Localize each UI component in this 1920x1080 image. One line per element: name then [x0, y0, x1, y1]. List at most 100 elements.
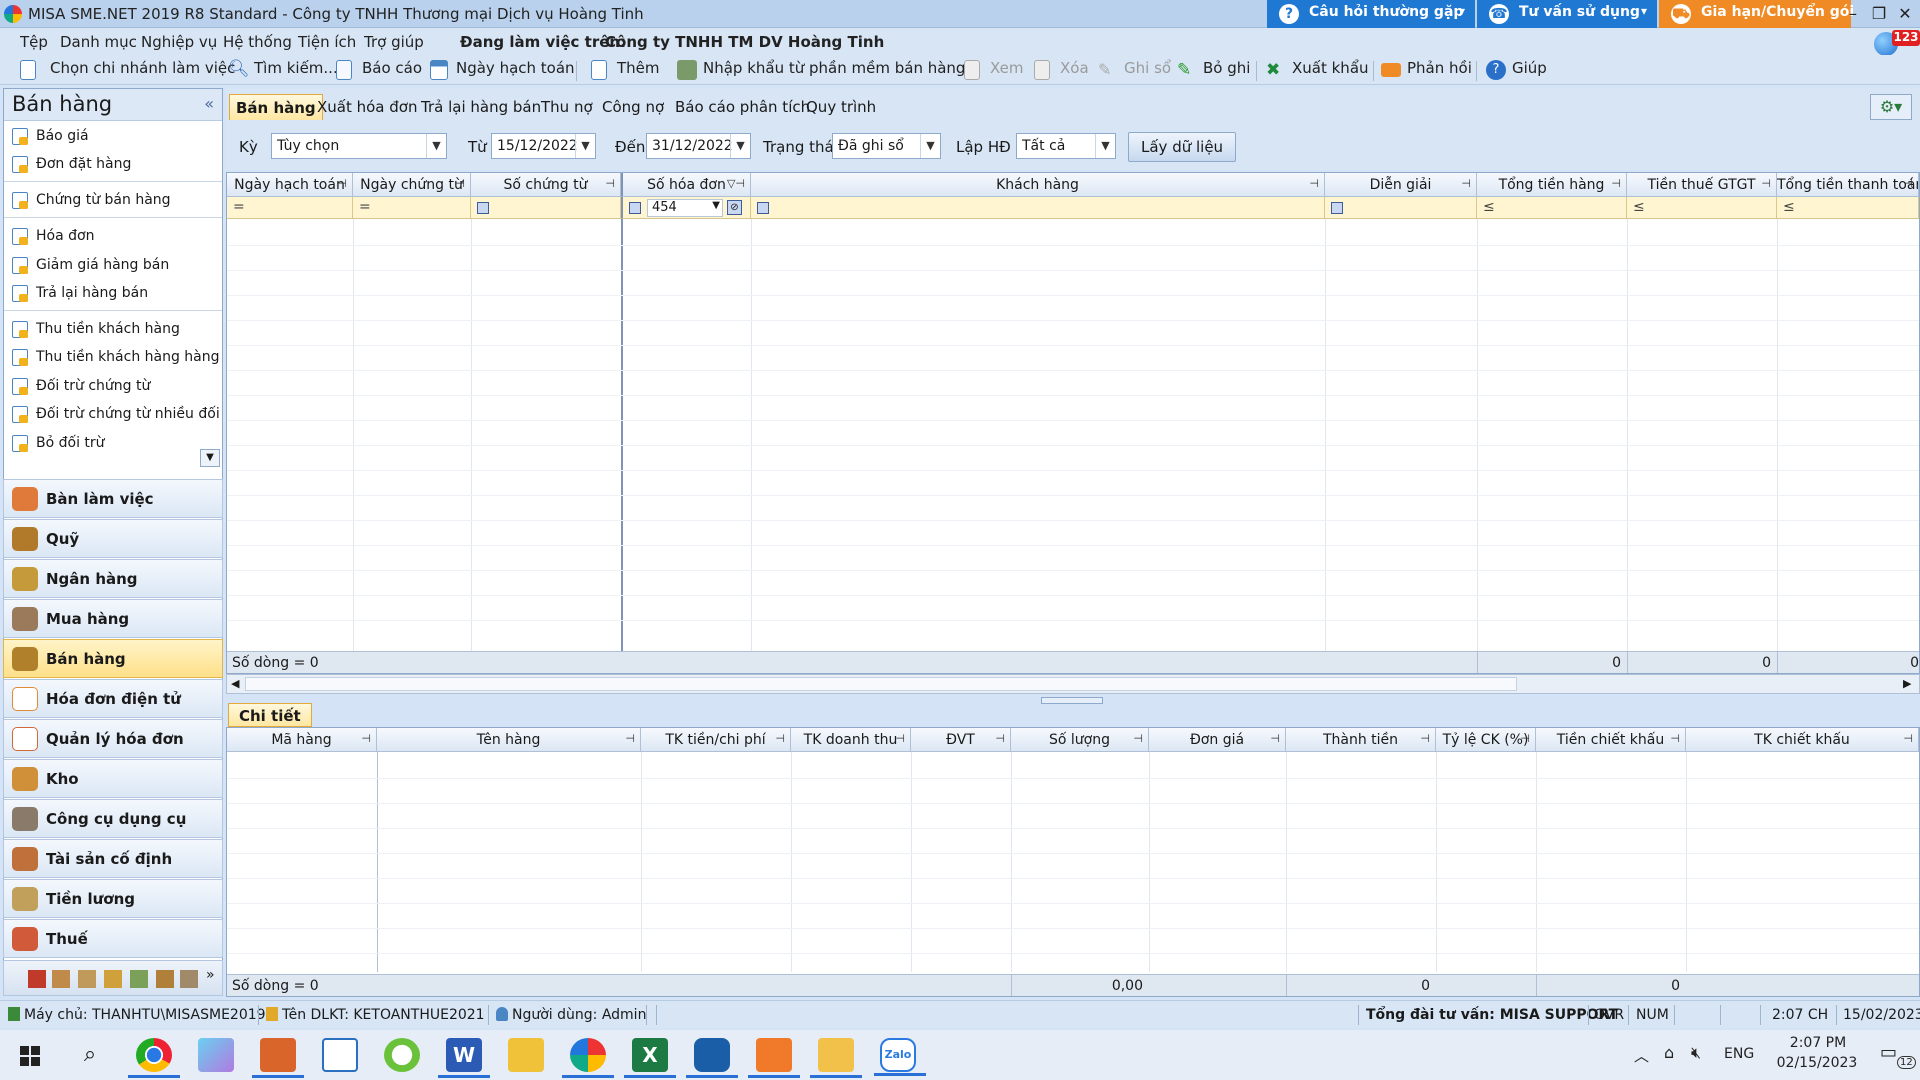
- pin-icon[interactable]: ⊣: [895, 732, 905, 745]
- module-invoice-management[interactable]: Quản lý hóa đơn: [3, 719, 223, 758]
- sidebar-item-unoffset[interactable]: Bỏ đối trừ: [4, 430, 222, 456]
- module-sales[interactable]: Bán hàng: [3, 639, 223, 678]
- pdf-icon[interactable]: [748, 1038, 800, 1078]
- horizontal-scrollbar[interactable]: ◀ ▶: [226, 674, 1920, 694]
- module-e-invoice[interactable]: Hóa đơn điện tử: [3, 679, 223, 718]
- filter-description[interactable]: [1325, 197, 1477, 219]
- tab-collect-debt[interactable]: Thu nợ: [535, 94, 599, 120]
- filter-invoice-no[interactable]: 454 ▼ ⊘: [621, 197, 751, 219]
- detail-tab[interactable]: Chi tiết: [228, 703, 312, 727]
- tray-chevron-up-icon[interactable]: ︿: [1634, 1045, 1649, 1066]
- pin-icon[interactable]: ⊣: [625, 732, 635, 745]
- sidebar-item-invoice[interactable]: Hóa đơn: [4, 223, 222, 249]
- pin-icon[interactable]: ⊣: [1903, 177, 1913, 190]
- pin-icon[interactable]: ⊣: [1270, 732, 1280, 745]
- module-payroll[interactable]: Tiền lương: [3, 879, 223, 918]
- language-indicator[interactable]: ENG: [1724, 1046, 1754, 1062]
- filter-mode-icon[interactable]: [1331, 202, 1343, 214]
- teamviewer-icon[interactable]: [686, 1038, 738, 1078]
- sidebar-item-collect[interactable]: Thu tiền khách hàng: [4, 316, 222, 342]
- tab-sales-return[interactable]: Trả lại hàng bán: [415, 94, 547, 120]
- pin-icon[interactable]: ⊣: [337, 177, 347, 190]
- collapse-icon[interactable]: «: [204, 94, 214, 113]
- posting-date-button[interactable]: Ngày hạch toán: [430, 59, 575, 81]
- col-goods-total[interactable]: Tổng tiền hàng ⊣: [1477, 173, 1627, 197]
- module-cash[interactable]: Quỹ: [3, 519, 223, 558]
- col-payment-total[interactable]: Tổng tiền thanh toán ⊣: [1777, 173, 1919, 197]
- sidebar-item-quote[interactable]: Báo giá: [4, 123, 222, 149]
- network-icon[interactable]: ⌂: [1664, 1043, 1674, 1062]
- menu-catalog[interactable]: Danh mục: [60, 33, 137, 51]
- filter-mode-icon[interactable]: [477, 202, 489, 214]
- unpost-button[interactable]: ✎ Bỏ ghi: [1177, 59, 1250, 81]
- app-icon[interactable]: [198, 1038, 234, 1072]
- restore-button[interactable]: ❐: [1868, 3, 1890, 25]
- col-vat[interactable]: Tiền thuế GTGT ⊣: [1627, 173, 1777, 197]
- excel-icon[interactable]: X: [624, 1038, 676, 1078]
- status-select[interactable]: Đã ghi sổ ▼: [832, 133, 941, 159]
- delete-button[interactable]: Xóa: [1034, 59, 1089, 81]
- pin-icon[interactable]: ⊣: [1133, 732, 1143, 745]
- chrome-icon[interactable]: [128, 1038, 180, 1078]
- module-tax[interactable]: Thuế: [3, 919, 223, 958]
- import-button[interactable]: Nhập khẩu từ phần mềm bán hàng: [677, 59, 965, 81]
- calculator-icon[interactable]: [322, 1038, 358, 1072]
- filter-mode-icon[interactable]: [757, 202, 769, 214]
- filter-pin-icon[interactable]: ▽⊣: [727, 177, 745, 190]
- module-fixed-assets[interactable]: Tài sản cố định: [3, 839, 223, 878]
- word-icon[interactable]: W: [438, 1038, 490, 1078]
- notes-icon[interactable]: [508, 1038, 544, 1072]
- pin-icon[interactable]: ⊣: [605, 177, 615, 190]
- sidebar-item-collect-batch[interactable]: Thu tiền khách hàng hàng l...: [4, 344, 222, 370]
- col-posting-date[interactable]: Ngày hạch toán ⊣: [227, 173, 353, 197]
- sidebar-item-order[interactable]: Đơn đặt hàng: [4, 151, 222, 177]
- col-voucher-date[interactable]: Ngày chứng từ ⊣: [353, 173, 471, 197]
- file-explorer-icon[interactable]: [810, 1038, 862, 1078]
- pin-icon[interactable]: ⊣: [1520, 732, 1530, 745]
- notification-center-icon[interactable]: ▭: [1880, 1042, 1897, 1063]
- app-icon[interactable]: [384, 1038, 420, 1072]
- sidebar-item-offset[interactable]: Đối trừ chứng từ: [4, 373, 222, 399]
- scroll-thumb[interactable]: [245, 677, 1517, 691]
- module-bank[interactable]: Ngân hàng: [3, 559, 223, 598]
- col-item-code[interactable]: Mã hàng ⊣: [227, 728, 377, 752]
- filter-mode-icon[interactable]: [629, 202, 641, 214]
- invoice-select[interactable]: Tất cả ▼: [1016, 133, 1116, 159]
- report-button[interactable]: Báo cáo: [336, 59, 422, 81]
- filter-voucher-date[interactable]: =: [353, 197, 471, 219]
- notification-badge[interactable]: 123: [1892, 30, 1920, 46]
- col-voucher-no[interactable]: Số chứng từ ⊣: [471, 173, 621, 197]
- col-invoice-no[interactable]: Số hóa đơn ▽⊣: [621, 173, 751, 197]
- shortcut-icon[interactable]: [52, 970, 70, 988]
- shortcut-icon[interactable]: [180, 970, 198, 988]
- col-amount[interactable]: Thành tiền ⊣: [1286, 728, 1436, 752]
- col-description[interactable]: Diễn giải ⊣: [1325, 173, 1477, 197]
- tab-issue-invoice[interactable]: Xuất hóa đơn: [311, 94, 423, 120]
- search-icon[interactable]: ⌕: [72, 1038, 108, 1072]
- period-select[interactable]: Tùy chọn ▼: [271, 133, 447, 159]
- module-tools[interactable]: Công cụ dụng cụ: [3, 799, 223, 838]
- shortcut-icon[interactable]: [28, 970, 46, 988]
- filter-posting-date[interactable]: =: [227, 197, 353, 219]
- sidebar-scroll-down-icon[interactable]: ▼: [200, 449, 220, 467]
- search-button[interactable]: 🔍︎ Tìm kiếm...: [228, 59, 338, 81]
- pin-icon[interactable]: ⊣: [775, 732, 785, 745]
- pin-icon[interactable]: ⊣: [1903, 732, 1913, 745]
- shortcut-icon[interactable]: [104, 970, 122, 988]
- feedback-button[interactable]: Phản hồi: [1381, 59, 1472, 81]
- col-unit-price[interactable]: Đơn giá ⊣: [1149, 728, 1286, 752]
- tab-analysis-report[interactable]: Báo cáo phân tích: [669, 94, 816, 120]
- pin-icon[interactable]: ⊣: [1670, 732, 1680, 745]
- menu-utilities[interactable]: Tiện ích: [298, 33, 356, 51]
- col-revenue-account[interactable]: TK doanh thu ⊣: [791, 728, 911, 752]
- sidebar-item-sales-voucher[interactable]: Chứng từ bán hàng: [4, 187, 222, 213]
- view-button[interactable]: Xem: [964, 59, 1023, 81]
- pin-icon[interactable]: ⊣: [455, 177, 465, 190]
- filter-payment-total[interactable]: ≤: [1777, 197, 1919, 219]
- menu-file[interactable]: Tệp: [20, 33, 48, 51]
- filter-vat[interactable]: ≤: [1627, 197, 1777, 219]
- misa-icon[interactable]: [562, 1038, 614, 1078]
- help-button[interactable]: ? Giúp: [1486, 59, 1547, 81]
- add-button[interactable]: Thêm: [591, 59, 660, 81]
- zalo-icon[interactable]: Zalo: [874, 1038, 926, 1076]
